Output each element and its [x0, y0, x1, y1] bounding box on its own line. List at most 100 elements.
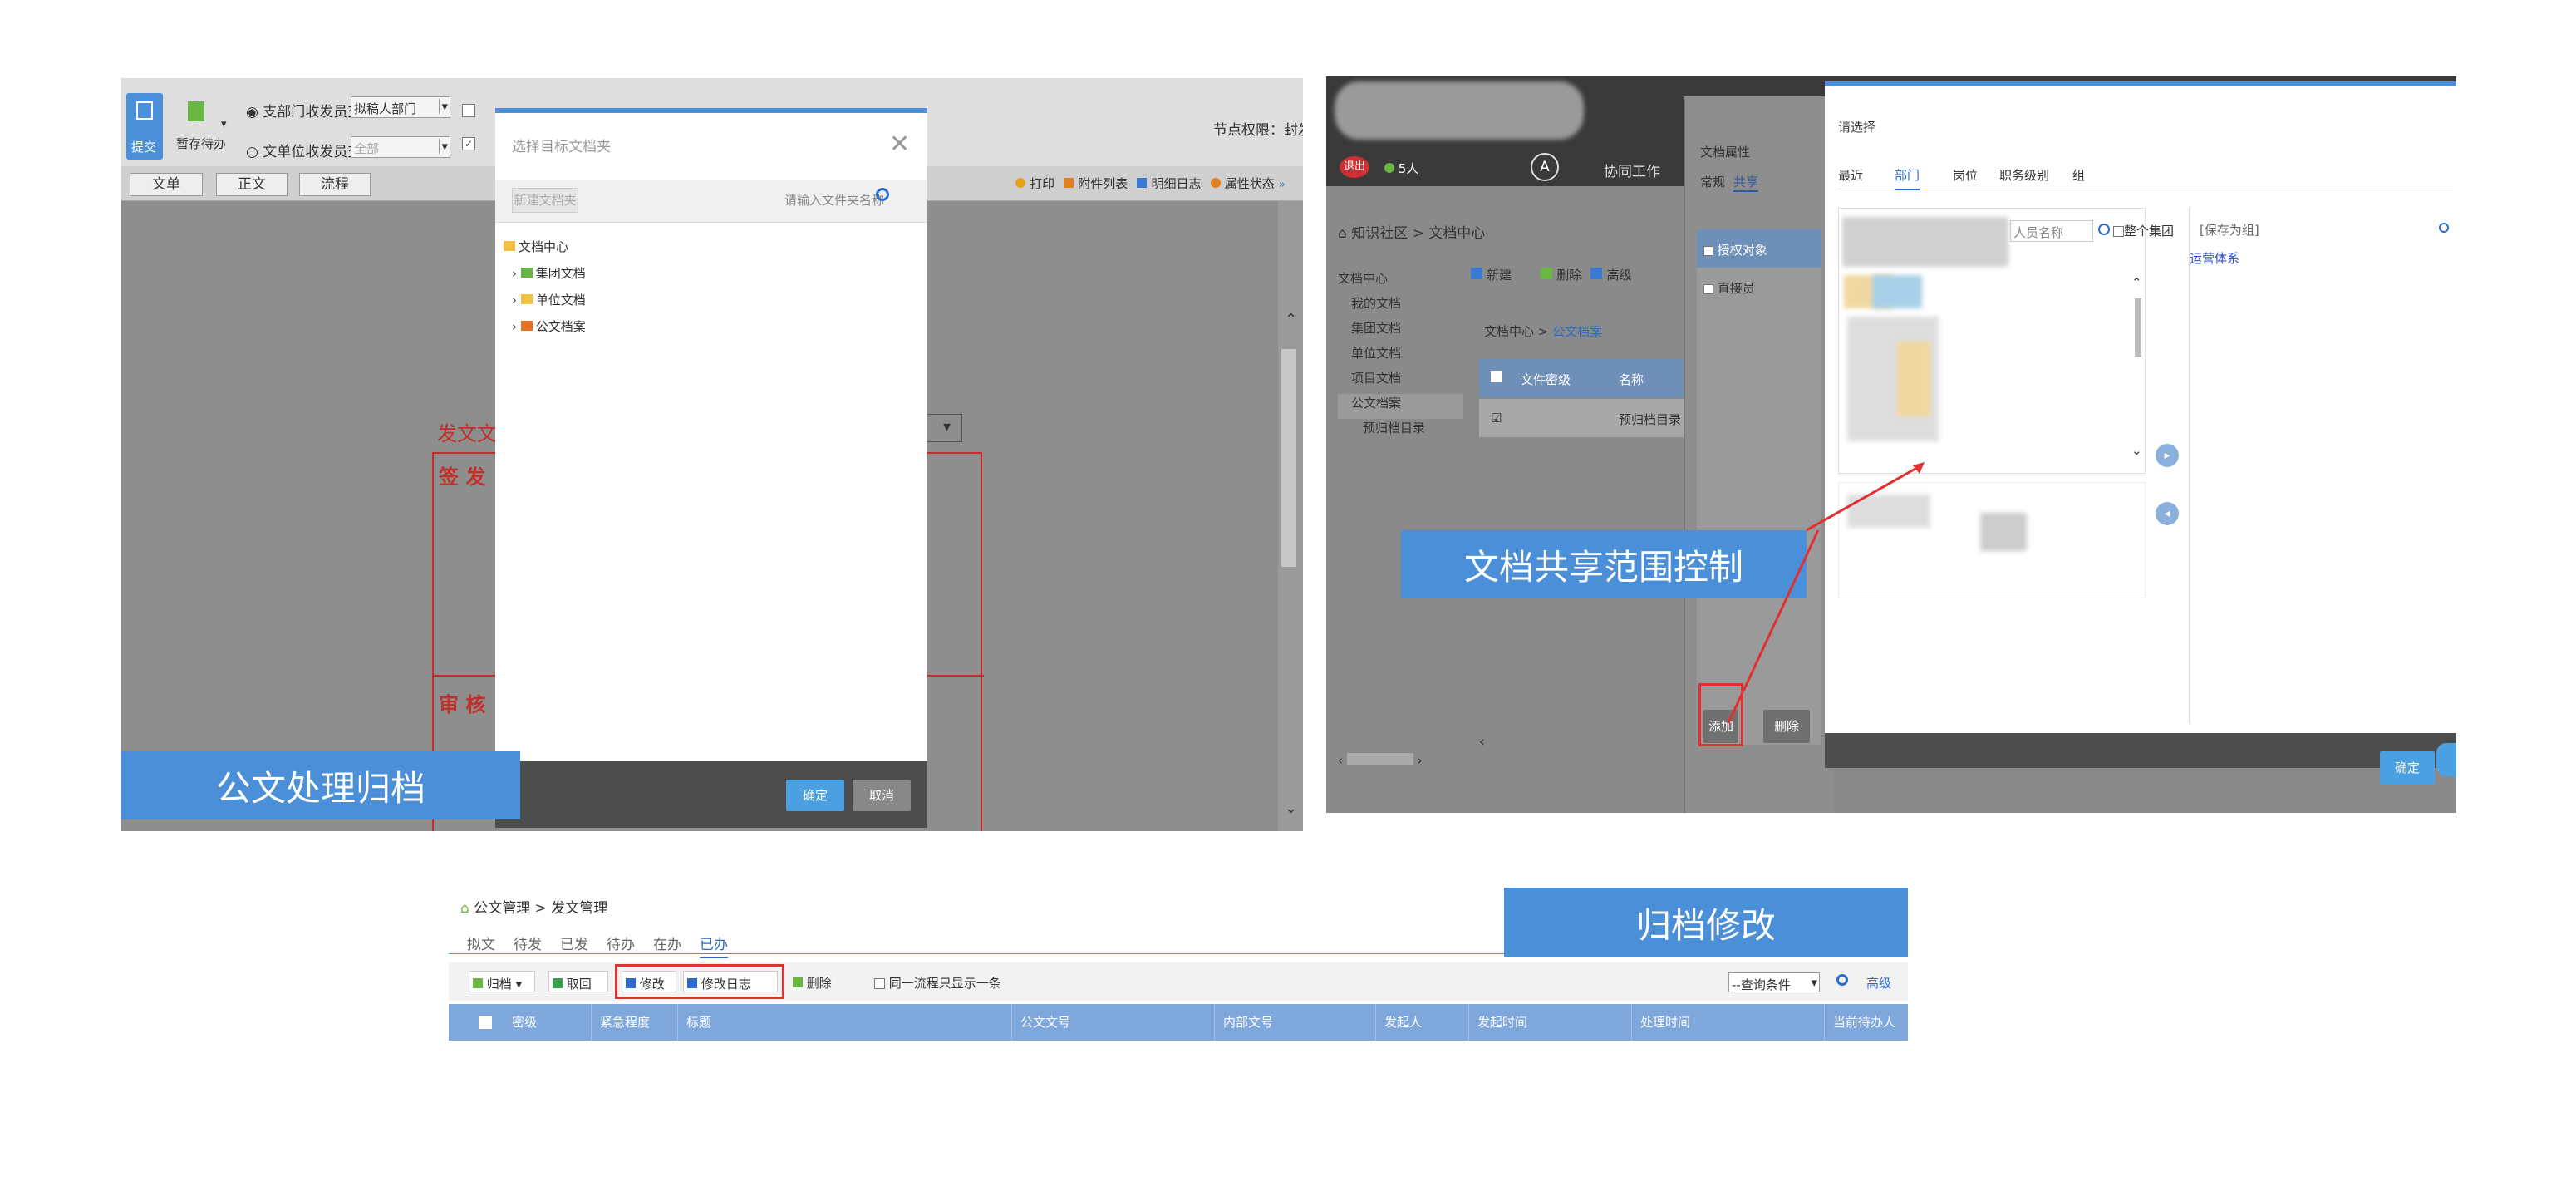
tree-group-docs[interactable]: 集团文档: [1338, 319, 1463, 344]
tree-item-official-archive[interactable]: › 公文档案: [504, 317, 753, 344]
tab-general[interactable]: 常规: [1700, 173, 1725, 190]
attachment-list-link[interactable]: 附件列表: [1078, 176, 1128, 191]
scroll-down-icon[interactable]: ⌄: [1285, 800, 1297, 817]
move-right-icon[interactable]: ▸: [2156, 444, 2179, 467]
cancel-button[interactable]: 取消: [853, 780, 911, 811]
logout-button[interactable]: 退出: [1340, 156, 1369, 178]
tree-pre-archive[interactable]: 预归档目录: [1338, 419, 1463, 444]
tree-unit-docs[interactable]: 单位文档: [1338, 344, 1463, 369]
revoke-button[interactable]: 取回: [548, 971, 608, 992]
print-link[interactable]: 打印: [1030, 176, 1054, 191]
query-condition-select[interactable]: --查询条件 ▾: [1728, 972, 1820, 992]
select-all-checkbox[interactable]: [479, 1016, 492, 1029]
advanced-button[interactable]: 高级: [1607, 268, 1632, 283]
save-as-group[interactable]: [保存为组]: [2200, 221, 2259, 239]
modify-button[interactable]: 修改: [622, 971, 676, 992]
whole-group-checkbox[interactable]: 整个集团: [2113, 222, 2174, 239]
detail-log-link[interactable]: 明细日志: [1152, 176, 1202, 191]
folder-search-input[interactable]: 请输入文件夹名称: [784, 191, 884, 209]
select-dialog-footer: [1825, 733, 2456, 768]
tab-group[interactable]: 组: [2072, 166, 2085, 184]
tab-recent[interactable]: 最近: [1838, 166, 1863, 184]
tab-job-level[interactable]: 职务级别: [1999, 166, 2049, 184]
scroll-up-icon[interactable]: ⌃: [1285, 311, 1297, 328]
search-icon[interactable]: [2439, 223, 2449, 233]
tab-share[interactable]: 共享: [1733, 173, 1759, 192]
right-actions: 打印 附件列表 明细日志 属性状态 »: [1015, 175, 1298, 194]
move-left-icon[interactable]: ◂: [2156, 502, 2179, 525]
tab-pending[interactable]: 待办: [607, 933, 635, 953]
panel-archive-modify: ⌂ 公文管理 > 发文管理 拟文 待发 已发 待办 在办 已办 归档修改 归档 …: [449, 884, 1908, 1041]
checkbox-option-1[interactable]: [462, 101, 475, 117]
sign-label: 签 发: [439, 465, 486, 489]
share-item-grantee[interactable]: 授权对象: [1697, 229, 1821, 268]
col-initiator: 发起人: [1376, 1004, 1469, 1041]
left-scroll[interactable]: ‹ ›: [1338, 753, 1454, 771]
scroll-thumb[interactable]: [1281, 349, 1296, 567]
doc-table-row[interactable]: ☑ 预归档目录: [1479, 399, 1703, 437]
attachment-icon: [1064, 178, 1074, 188]
folder-icon: [504, 241, 515, 251]
tab-done[interactable]: 已办: [700, 933, 728, 958]
tab-position[interactable]: 岗位: [1953, 166, 1978, 184]
header-checkbox[interactable]: [1491, 371, 1502, 382]
new-button[interactable]: 新建: [1487, 268, 1512, 283]
select-ok-button[interactable]: 确定: [2380, 751, 2435, 785]
table-header: 密级 紧急程度 标题 公文文号 内部文号 发起人 发起时间 处理时间 当前待办人: [449, 1004, 1908, 1041]
folder-tree: 文档中心 › 集团文档 › 单位文档 › 公文档案: [504, 238, 753, 344]
property-status-link[interactable]: 属性状态: [1225, 176, 1275, 191]
delete-share-button[interactable]: 删除: [1763, 710, 1810, 743]
search-icon[interactable]: [2098, 224, 2110, 235]
dialog-toolbar: 新建文档夹 请输入文件夹名称: [495, 180, 927, 223]
home-icon: ⌂: [1338, 225, 1347, 242]
tab-flow[interactable]: 流程: [299, 173, 371, 196]
search-icon[interactable]: [1836, 974, 1848, 986]
archive-link[interactable]: 公文档案: [1552, 324, 1602, 339]
tree-doc-center[interactable]: 文档中心: [1338, 269, 1463, 294]
advanced-link[interactable]: 高级: [1866, 974, 1891, 992]
submit-icon: [136, 101, 153, 120]
ok-button[interactable]: 确定: [786, 780, 844, 811]
list-scroll-up-icon[interactable]: ⌃: [2131, 275, 2142, 290]
delete-button[interactable]: 删除: [789, 971, 848, 992]
person-search-input[interactable]: 人员名称: [2010, 220, 2093, 242]
online-count[interactable]: 5人: [1384, 160, 1418, 177]
tree-my-docs[interactable]: 我的文档: [1338, 294, 1463, 319]
tab-in-progress[interactable]: 在办: [653, 933, 681, 953]
tab-department[interactable]: 部门: [1895, 166, 1920, 190]
close-icon[interactable]: ✕: [889, 130, 910, 159]
menu-collab[interactable]: 协同工作: [1604, 160, 1660, 180]
select-dialog: 请选择 最近 部门 岗位 职务级别 组 人员名称 整个集团 ⌃ ⌄ ▸ ◂ [保…: [1825, 81, 2456, 785]
tree-item-unit-docs[interactable]: › 单位文档: [504, 291, 753, 317]
tab-draft[interactable]: 拟文: [467, 933, 495, 953]
inner-scroll-left[interactable]: ‹: [1479, 733, 1485, 751]
tab-to-send[interactable]: 待发: [514, 933, 542, 953]
submit-button[interactable]: 提交: [126, 93, 163, 160]
list-scroll-down-icon[interactable]: ⌄: [2131, 443, 2142, 458]
select-dept[interactable]: 拟稿人部门 ▾: [351, 96, 450, 118]
tab-sent[interactable]: 已发: [560, 933, 588, 953]
new-folder-button[interactable]: 新建文档夹: [512, 188, 578, 213]
tab-form[interactable]: 文单: [130, 173, 203, 196]
list-scroll-thumb[interactable]: [2135, 298, 2141, 357]
attr-dialog-title: 文档属性: [1700, 145, 1751, 160]
tree-official-archive[interactable]: 公文档案: [1338, 394, 1463, 419]
scrollbar[interactable]: ⌃ ⌄: [1278, 201, 1303, 831]
search-icon[interactable]: [876, 188, 889, 201]
tree-item-group-docs[interactable]: › 集团文档: [504, 264, 753, 291]
same-flow-checkbox[interactable]: 同一流程只显示一条: [874, 974, 1001, 992]
archive-button[interactable]: 归档 ▾: [469, 971, 535, 992]
delete-button[interactable]: 删除: [1556, 268, 1581, 283]
tree-project-docs[interactable]: 项目文档: [1338, 369, 1463, 394]
select-all[interactable]: 全部 ▾: [351, 136, 450, 158]
tab-text[interactable]: 正文: [216, 173, 288, 196]
save-pending-button[interactable]: ▾ 暂存待办: [176, 93, 243, 160]
selected-item[interactable]: 运营体系: [2190, 249, 2239, 267]
share-item-direct[interactable]: 直接员: [1697, 273, 1762, 303]
checkbox-option-2[interactable]: ✓: [462, 135, 475, 150]
row-checkbox[interactable]: ☑: [1491, 411, 1502, 426]
inner-toolbar: 新建 删除 高级: [1471, 266, 1687, 291]
modify-log-button[interactable]: 修改日志: [683, 971, 778, 992]
tree-item-doc-center[interactable]: 文档中心: [504, 238, 753, 264]
speaker-icon[interactable]: [2436, 743, 2456, 776]
